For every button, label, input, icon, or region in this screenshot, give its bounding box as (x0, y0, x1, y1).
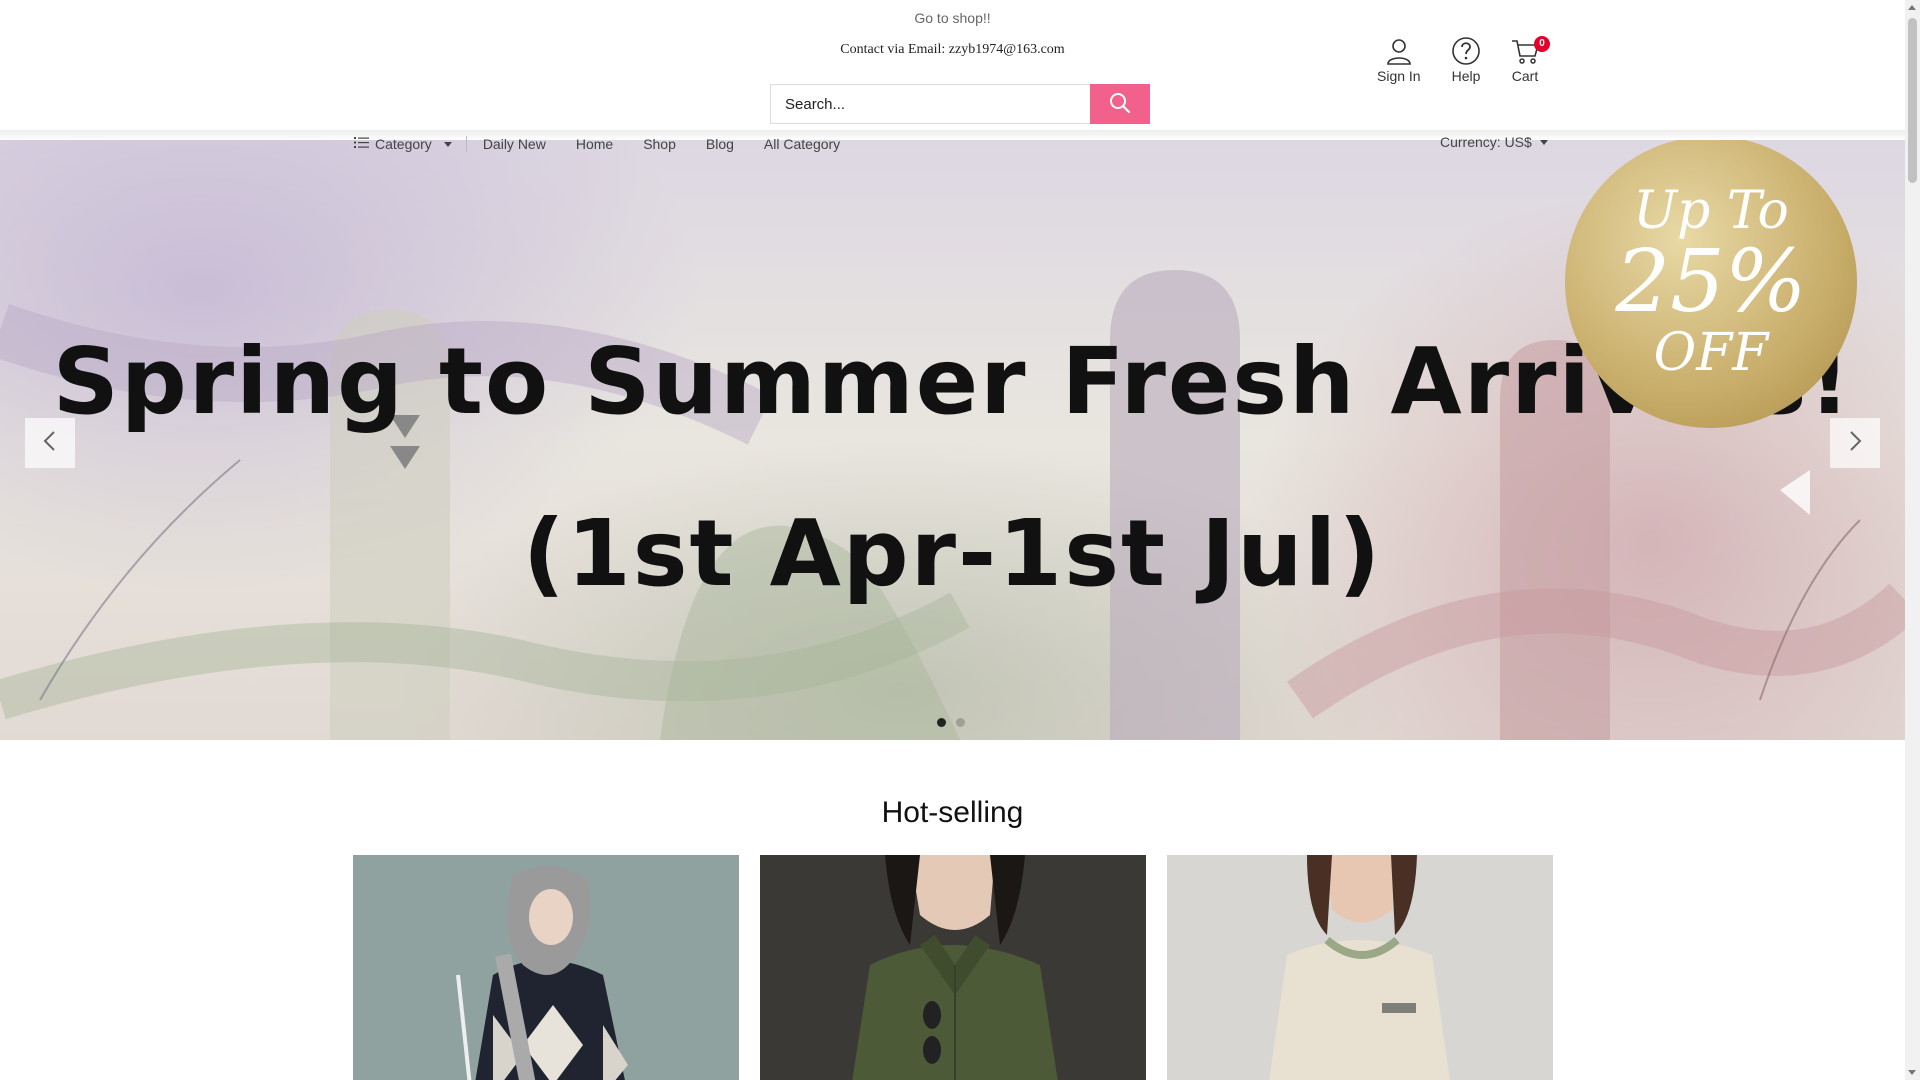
currency-label: Currency: US$ (1440, 134, 1532, 150)
nav-link-home[interactable]: Home (576, 136, 613, 152)
nav-link-daily-new[interactable]: Daily New (483, 136, 546, 152)
hero-banner[interactable]: Spring to Summer Fresh Arrivals! (1st Ap… (0, 140, 1905, 740)
scrollbar-thumb[interactable] (1908, 18, 1917, 183)
cart-count-badge: 0 (1534, 36, 1550, 52)
currency-selector[interactable]: Currency: US$ (1440, 134, 1548, 150)
top-promo-text[interactable]: Go to shop!! (0, 10, 1905, 26)
chevron-left-icon (40, 429, 60, 458)
search-icon (1109, 92, 1131, 117)
badge-percent: 25% (1615, 231, 1807, 332)
discount-badge: Up To 25% OFF (1565, 140, 1857, 428)
chevron-right-icon (1845, 429, 1865, 458)
search-button[interactable] (1090, 84, 1150, 124)
banner-date-range: (1st Apr-1st Jul) (522, 500, 1383, 607)
carousel-dot-1[interactable] (937, 718, 946, 727)
page-scrollbar[interactable] (1905, 0, 1920, 1080)
product-card-beige-top[interactable] (1167, 855, 1553, 1080)
product-grid (353, 855, 1553, 1080)
search-bar (770, 84, 1150, 124)
cart-button[interactable]: 0 Cart (1510, 36, 1550, 84)
product-image (760, 855, 1146, 1080)
product-image (353, 855, 739, 1080)
badge-line-3: OFF (1653, 323, 1769, 384)
nav-link-all-category[interactable]: All Category (764, 136, 840, 152)
sign-in-button[interactable]: Sign In (1377, 36, 1421, 84)
caret-down-icon (443, 141, 452, 147)
scroll-up-arrow-icon[interactable] (1908, 5, 1916, 10)
nav-link-shop[interactable]: Shop (643, 136, 676, 152)
product-image (1167, 855, 1553, 1080)
cart-label: Cart (1511, 68, 1539, 84)
contact-email-text: Contact via Email: zzyb1974@163.com (840, 42, 1065, 57)
carousel-dot-2[interactable] (956, 718, 965, 727)
sign-in-label: Sign In (1377, 68, 1421, 84)
list-icon (354, 136, 369, 152)
help-icon (1451, 36, 1481, 68)
user-icon (1384, 36, 1414, 68)
carousel-next-button[interactable] (1830, 418, 1880, 468)
category-menu[interactable]: Category (354, 136, 467, 152)
scroll-down-arrow-icon[interactable] (1908, 1070, 1916, 1075)
cart-icon: 0 (1510, 36, 1550, 68)
help-button[interactable]: Help (1451, 36, 1481, 84)
nav-link-blog[interactable]: Blog (706, 136, 734, 152)
carousel-dots (937, 718, 965, 727)
hot-selling-heading: Hot-selling (881, 796, 1024, 829)
search-input[interactable] (770, 84, 1090, 124)
product-card-green-shirt[interactable] (760, 855, 1146, 1080)
product-card-argyle-sweater[interactable] (353, 855, 739, 1080)
category-label: Category (375, 136, 432, 152)
main-nav: Category Daily New Home Shop Blog All Ca… (354, 134, 870, 154)
help-label: Help (1451, 68, 1481, 84)
carousel-prev-button[interactable] (25, 418, 75, 468)
badge-line-1: Up To (1633, 180, 1789, 241)
header-divider (0, 130, 1905, 140)
caret-down-icon (1539, 139, 1548, 145)
